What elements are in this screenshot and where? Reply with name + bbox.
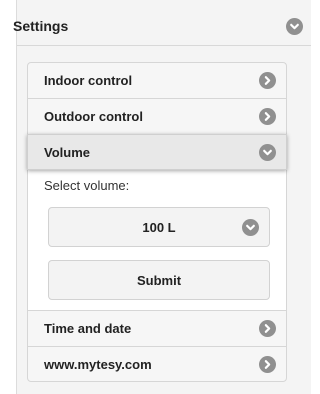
- menu-item-label: Time and date: [44, 321, 132, 336]
- chevron-right-icon: [259, 356, 276, 373]
- menu-item-label: Indoor control: [44, 73, 133, 88]
- volume-select-value: 100 L: [142, 219, 176, 235]
- menu-item-label: Outdoor control: [44, 109, 143, 124]
- chevron-down-icon[interactable]: [286, 18, 303, 35]
- settings-title: Settings: [13, 18, 69, 34]
- menu-item-label: Volume: [44, 144, 90, 160]
- menu-item-indoor-control[interactable]: Indoor control: [27, 62, 287, 98]
- chevron-right-icon: [259, 72, 276, 89]
- menu-item-label: www.mytesy.com: [44, 356, 152, 372]
- volume-select[interactable]: 100 L: [48, 207, 270, 247]
- menu-item-time-and-date[interactable]: Time and date: [27, 310, 287, 346]
- menu-item-mytesy-link[interactable]: www.mytesy.com: [27, 346, 287, 382]
- header-divider: [17, 45, 311, 46]
- select-volume-label: Select volume:: [44, 178, 130, 193]
- settings-menu: Indoor control Outdoor control Volume Se…: [27, 62, 287, 382]
- menu-item-volume[interactable]: Volume: [27, 134, 287, 170]
- menu-item-outdoor-control[interactable]: Outdoor control: [27, 98, 287, 134]
- submit-button[interactable]: Submit: [48, 260, 270, 300]
- chevron-right-icon: [259, 108, 276, 125]
- chevron-down-icon: [242, 219, 259, 236]
- settings-panel: Settings Indoor control Outdoor control …: [13, 0, 311, 394]
- chevron-right-icon: [259, 320, 276, 337]
- settings-header[interactable]: Settings: [13, 8, 311, 44]
- chevron-down-icon: [259, 144, 276, 161]
- volume-content: Select volume: 100 L Submit: [27, 170, 287, 310]
